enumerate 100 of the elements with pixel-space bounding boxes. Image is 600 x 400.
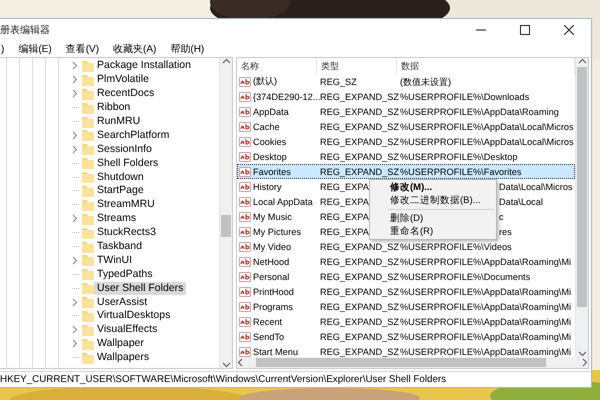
column-header[interactable]: 名称 (237, 58, 317, 74)
string-value-icon (239, 256, 251, 268)
menu-item[interactable]: 查看(V) (64, 42, 100, 56)
tree-item[interactable]: VirtualDesktops (72, 309, 219, 323)
menu-item[interactable]: 编辑(E) (17, 42, 53, 56)
string-value-icon (239, 210, 251, 222)
value-name[interactable]: AppData (253, 106, 289, 116)
folder-icon (82, 212, 94, 225)
tree-item[interactable]: RunMRU (72, 114, 219, 128)
value-type: REG_EXPAND_SZ (319, 166, 399, 178)
folder-icon (82, 282, 94, 294)
string-value-icon (239, 106, 251, 118)
tree-item[interactable]: RecentDocs (72, 86, 219, 101)
string-value-icon (239, 346, 251, 357)
tree-item[interactable]: Shell Folders (72, 156, 219, 170)
folder-icon (82, 324, 94, 336)
menu-item[interactable]: 修改(M)... (370, 181, 496, 194)
value-data: %USERPROFILE%\AppData\Roaming\Mi (399, 330, 572, 342)
folder-icon (82, 157, 94, 170)
horizontal-scrollbar[interactable] (237, 357, 588, 368)
scroll-down-icon (578, 350, 586, 357)
tree-item[interactable]: TWinUI (72, 253, 219, 268)
folder-icon (82, 143, 94, 156)
tree-item[interactable]: StuckRects3 (72, 226, 219, 240)
value-name[interactable]: My Video (253, 242, 292, 252)
tree-item[interactable]: SearchPlatform (72, 128, 219, 142)
value-name[interactable]: Cache (253, 122, 280, 132)
value-name[interactable]: Programs (253, 302, 293, 312)
string-value-icon (239, 166, 251, 178)
value-data: %USERPROFILE%\Documents (399, 270, 530, 282)
value-data: c (499, 210, 504, 222)
menu-item[interactable]: 帮助(H) (169, 42, 206, 56)
string-value-icon (239, 120, 251, 132)
string-value-icon (239, 150, 251, 162)
value-data: %USERPROFILE%\Favorites (399, 166, 522, 178)
folder-icon (82, 60, 94, 72)
value-type: REG_EXPAND_SZ (319, 286, 399, 298)
value-data: %USERPROFILE%\AppData\Roaming\Mi (399, 256, 572, 268)
tree-item[interactable]: PlmVolatile (72, 72, 219, 87)
menu-item[interactable]: ) (0, 44, 6, 54)
value-name[interactable]: My Pictures (253, 226, 301, 236)
value-name[interactable]: Recent (253, 316, 282, 326)
value-name[interactable]: Favorites (253, 166, 291, 176)
selected-row[interactable]: Favorites REG_EXPAND_SZ%USERPROFILE%\Favorites (237, 164, 575, 179)
tree-item[interactable]: StreamMRU (72, 198, 219, 212)
scroll-thumb[interactable] (221, 215, 231, 237)
value-type: REG_EXPA (319, 180, 369, 192)
scroll-thumb[interactable] (256, 358, 546, 367)
menu-item[interactable]: 收藏夹(A) (112, 42, 158, 56)
value-name[interactable]: History (253, 182, 282, 192)
value-name[interactable]: (默认) (253, 75, 278, 88)
value-name[interactable]: My Music (253, 212, 292, 222)
folder-icon (82, 171, 94, 184)
tree-item[interactable]: StartPage (72, 184, 219, 198)
string-value-icon (239, 300, 251, 312)
scroll-thumb[interactable] (577, 67, 587, 307)
value-data: %USERPROFILE%\Downloads (399, 90, 530, 102)
folder-icon (82, 116, 94, 128)
menu-item[interactable]: 重命名(R) (370, 225, 496, 238)
value-data: %USERPROFILE%\AppData\Local\Micros (399, 120, 574, 132)
value-type: REG_EXPAND_SZ (319, 330, 399, 342)
value-data: %USERPROFILE%\AppData\Roaming (399, 106, 559, 118)
string-value-icon (239, 180, 251, 192)
value-name[interactable]: Desktop (253, 152, 287, 162)
value-data: %USERPROFILE%\AppData\Local\Micros (399, 136, 574, 148)
value-name[interactable]: NetHood (253, 256, 290, 266)
scrollbar[interactable] (219, 58, 232, 368)
tree-item[interactable]: SessionInfo (72, 142, 219, 156)
value-name[interactable]: {374DE290-12... (253, 92, 320, 102)
tree-item[interactable]: TypedPaths (72, 267, 219, 282)
tree-item[interactable]: Wallpaper (72, 336, 219, 351)
tree-item[interactable]: Package Installation (72, 59, 219, 73)
folder-icon (82, 240, 94, 253)
value-name[interactable]: PrintHood (253, 286, 294, 296)
tree-item[interactable]: Wallpapers (72, 350, 219, 365)
tree-item[interactable]: Taskband (72, 240, 219, 254)
tree-item[interactable]: Ribbon (72, 100, 219, 115)
tree-item[interactable]: UserAssist (72, 295, 219, 310)
scrollbar[interactable] (575, 58, 588, 357)
value-type: REG_EXPAND_SZ (319, 300, 399, 312)
column-header[interactable]: 类型 (317, 58, 397, 74)
menu-item[interactable]: 删除(D) (370, 212, 496, 225)
maximize-icon (520, 25, 530, 35)
value-name[interactable]: Personal (253, 272, 290, 282)
value-name[interactable]: Start Menu (253, 346, 298, 356)
folder-icon (82, 254, 94, 266)
tree-item[interactable]: Shutdown (72, 170, 219, 184)
value-data: (数值未设置) (399, 76, 452, 88)
value-name[interactable]: Local AppData (253, 196, 313, 206)
value-name[interactable]: Cookies (253, 136, 286, 146)
scroll-left-icon (237, 358, 244, 367)
value-data: %USERPROFILE%\AppData\Roaming\Mi (399, 300, 572, 312)
string-value-icon (239, 76, 251, 88)
string-value-icon (239, 196, 251, 208)
tree-item[interactable]: VisualEffects (72, 322, 219, 337)
tree-item[interactable]: Streams (72, 212, 219, 226)
folder-icon (82, 129, 94, 142)
menu-item[interactable]: 修改二进制数据(B)... (370, 194, 496, 207)
string-value-icon (239, 316, 251, 328)
value-name[interactable]: SendTo (253, 332, 284, 342)
